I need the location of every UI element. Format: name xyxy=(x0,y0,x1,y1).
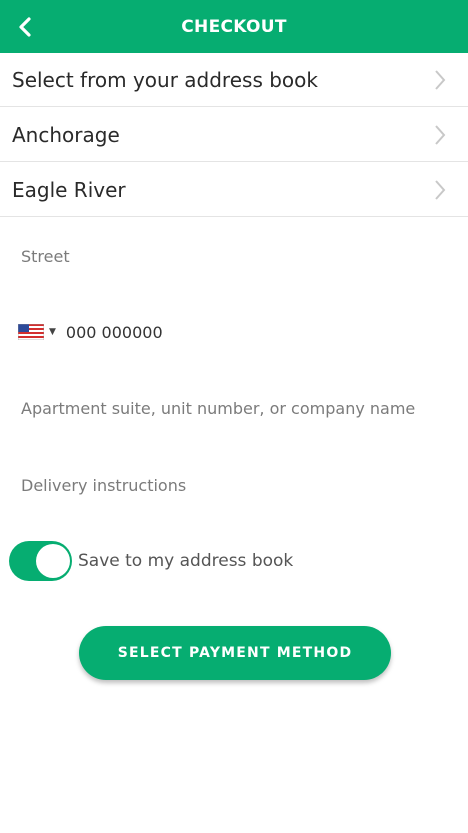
phone-input[interactable] xyxy=(65,322,366,342)
chevron-down-icon: ▼ xyxy=(49,327,56,337)
chevron-right-icon xyxy=(430,123,450,147)
address-book-row[interactable]: Select from your address book xyxy=(0,53,468,107)
area-label: Eagle River xyxy=(12,177,126,202)
city-label: Anchorage xyxy=(12,122,120,147)
country-code-select[interactable]: ▼ xyxy=(18,324,56,340)
toggle-knob xyxy=(36,544,70,578)
back-button[interactable] xyxy=(8,10,42,44)
area-row[interactable]: Eagle River xyxy=(0,163,468,217)
app-header: CHECKOUT xyxy=(0,0,468,53)
save-address-label: Save to my address book xyxy=(78,551,294,571)
address-book-label: Select from your address book xyxy=(12,67,318,92)
save-address-setting: Save to my address book xyxy=(9,540,293,582)
delivery-instructions-input[interactable] xyxy=(21,465,446,505)
phone-field: ▼ xyxy=(18,312,448,352)
chevron-right-icon xyxy=(430,68,450,92)
page-title: CHECKOUT xyxy=(181,16,287,37)
chevron-right-icon xyxy=(430,178,450,202)
city-row[interactable]: Anchorage xyxy=(0,108,468,162)
select-payment-method-button[interactable]: SELECT PAYMENT METHOD xyxy=(79,626,391,680)
us-flag-icon xyxy=(18,324,44,340)
apartment-input[interactable] xyxy=(21,388,446,428)
chevron-left-icon xyxy=(19,17,31,37)
street-input[interactable] xyxy=(21,236,446,276)
save-address-toggle[interactable] xyxy=(9,541,72,581)
